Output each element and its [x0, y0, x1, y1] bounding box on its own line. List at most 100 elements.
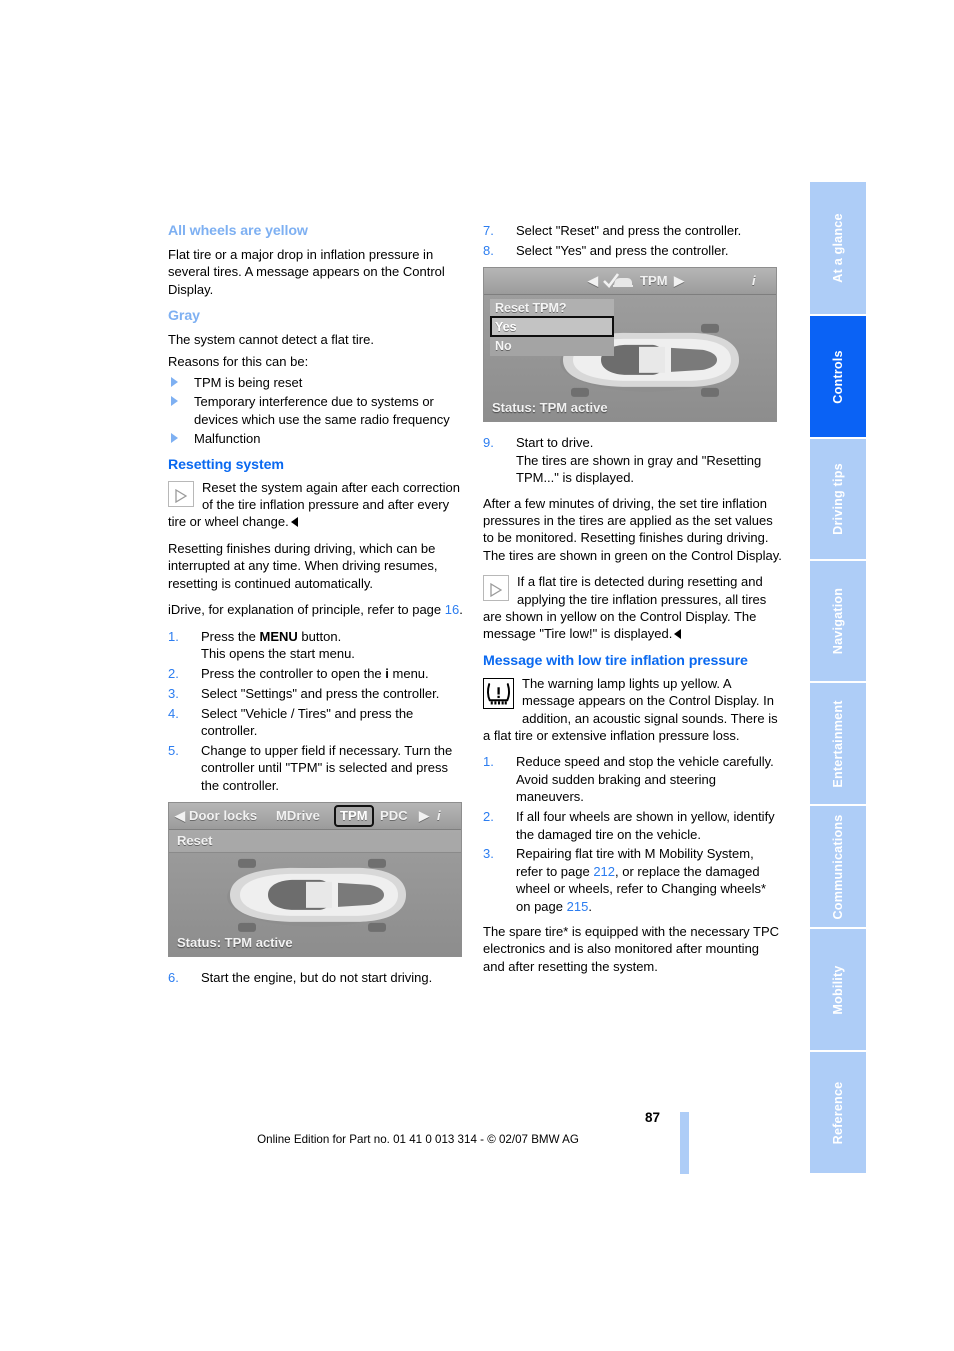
- step-bold-token: MENU: [259, 628, 298, 644]
- sidebar-tab-navigation[interactable]: Navigation: [810, 561, 866, 681]
- dialog-option-yes[interactable]: Yes: [490, 318, 614, 338]
- page-reference-16[interactable]: 16: [445, 602, 459, 617]
- triangle-bullet-icon: [171, 396, 178, 407]
- warning-note-text: The warning lamp lights up yellow. A mes…: [483, 675, 778, 743]
- resetting-steps-list: 1. Press the MENU button. This opens the…: [168, 628, 468, 795]
- paragraph-all-wheels-yellow: Flat tire or a major drop in inflation p…: [168, 247, 445, 297]
- sidebar-tab-reference[interactable]: Reference: [810, 1052, 866, 1173]
- idrive-status-label: Status: TPM active: [492, 399, 608, 415]
- idrive-ref-post: .: [459, 602, 463, 618]
- sidebar-tab-entertainment[interactable]: Entertainment: [810, 683, 866, 804]
- step-text: Press the controller to open the: [201, 665, 386, 681]
- note-warning-lamp: The warning lamp lights up yellow. A mes…: [483, 675, 783, 745]
- step-number: 7.: [483, 223, 494, 238]
- idrive-screen-body: Reset Status: TPM active: [169, 830, 461, 957]
- step-number: 1.: [168, 628, 179, 644]
- step-number: 3.: [168, 685, 179, 701]
- sidebar-tab-at-a-glance[interactable]: At a glance: [810, 182, 866, 314]
- step-text: Select "Reset" and press the controller.: [516, 223, 742, 238]
- idrive-menu-bar: ◀ Door locks MDrive TPM PDC ▶ i: [169, 803, 461, 831]
- step-text: Change to upper field if necessary. Turn…: [201, 742, 453, 793]
- note-resetting: Reset the system again after each correc…: [168, 479, 468, 531]
- list-item-label: Temporary interference due to systems or…: [194, 394, 450, 427]
- sidebar-tab-label: Communications: [831, 814, 845, 919]
- step-text-cont: button.: [297, 628, 342, 644]
- menu-item-mdrive[interactable]: MDrive: [276, 807, 320, 824]
- title-right-arrow-icon[interactable]: ▶: [674, 272, 684, 289]
- menu-item-pdc[interactable]: PDC: [380, 807, 408, 824]
- step-number: 6.: [168, 970, 179, 986]
- page-reference-212[interactable]: 212: [593, 864, 615, 879]
- sidebar-tab-communications[interactable]: Communications: [810, 806, 866, 927]
- list-item: Malfunction: [168, 430, 468, 447]
- manual-page: All wheels are yellow Flat tire or a maj…: [0, 0, 954, 1351]
- idrive-title-bar: ◀ TPM ▶ i: [484, 268, 776, 296]
- list-item: 3. Repairing flat tire with M Mobility S…: [483, 845, 783, 915]
- list-item: 5. Change to upper field if necessary. T…: [168, 742, 468, 794]
- menu-right-arrow-icon[interactable]: ▶: [419, 807, 429, 824]
- idrive-ref-pre: iDrive, for explanation of principle, re…: [168, 602, 445, 618]
- idrive-screenshot-tpm-menu: ◀ Door locks MDrive TPM PDC ▶ i Reset St…: [168, 802, 462, 958]
- sidebar-tab-label: At a glance: [831, 213, 845, 283]
- list-item: Temporary interference due to systems or…: [168, 393, 468, 428]
- dialog-option-no[interactable]: No: [490, 337, 614, 357]
- page-edge-marker: [680, 1112, 689, 1174]
- info-icon[interactable]: i: [437, 807, 441, 824]
- note-triangle-icon: [168, 480, 194, 507]
- sidebar-tab-driving-tips[interactable]: Driving tips: [810, 439, 866, 559]
- low-pressure-steps-list: 1. Reduce speed and stop the vehicle car…: [483, 753, 783, 915]
- sidebar-tab-controls[interactable]: Controls: [810, 316, 866, 437]
- vehicle-top-view-graphic: [227, 858, 406, 932]
- list-item: 4. Select "Vehicle / Tires" and press th…: [168, 705, 468, 740]
- heading-message-low-pressure: Message with low tire inflation pressure: [483, 652, 748, 669]
- step-text: If all four wheels are shown in yellow, …: [516, 809, 775, 842]
- step-text: Select "Vehicle / Tires" and press the c…: [201, 705, 414, 739]
- page-reference-215[interactable]: 215: [567, 899, 589, 914]
- list-item: 9. Start to drive. The tires are shown i…: [483, 434, 783, 486]
- sidebar-tab-label: Reference: [831, 1081, 845, 1144]
- triangle-bullet-icon: [171, 433, 178, 444]
- gray-reasons-list: TPM is being reset Temporary interferenc…: [168, 374, 468, 448]
- sidebar-tab-label: Controls: [831, 349, 845, 404]
- left-column: All wheels are yellow Flat tire or a maj…: [168, 222, 468, 995]
- menu-item-door-locks[interactable]: Door locks: [189, 807, 257, 824]
- page-number: 87: [644, 1110, 660, 1125]
- tire-pressure-check-icon: [603, 273, 633, 289]
- note-end-marker-icon: [674, 629, 682, 640]
- note-text: If a flat tire is detected during resett…: [483, 574, 767, 642]
- step-number: 3.: [483, 846, 494, 862]
- sidebar-tab-mobility[interactable]: Mobility: [810, 929, 866, 1050]
- resetting-step6-list: 6. Start the engine, but do not start dr…: [168, 969, 468, 986]
- sidebar-tab-label: Entertainment: [831, 699, 845, 788]
- tpms-symbol-glyph: [487, 682, 510, 705]
- sidebar-tab-label: Driving tips: [831, 463, 845, 535]
- paragraph-resetting-finishes: Resetting finishes during driving, which…: [168, 540, 438, 591]
- steps-7-8-list: 7. Select "Reset" and press the controll…: [483, 222, 783, 259]
- step-number: 4.: [168, 705, 179, 721]
- idrive-screenshot-reset-dialog: ◀ TPM ▶ i Reset TPM? Yes No Status: TPM …: [483, 267, 777, 423]
- paragraph-after-driving: After a few minutes of driving, the set …: [483, 495, 782, 563]
- step-text-cont: menu.: [388, 665, 429, 681]
- step-text: Select "Settings" and press the controll…: [201, 685, 440, 701]
- idrive-reset-label: Reset: [177, 833, 213, 849]
- note-end-marker-icon: [290, 517, 298, 528]
- idrive-title-tpm: TPM: [640, 273, 668, 289]
- sidebar-tab-label: Mobility: [831, 964, 845, 1015]
- step-number: 2.: [483, 809, 494, 825]
- footer-copyright: Online Edition for Part no. 01 41 0 013 …: [257, 1133, 579, 1146]
- reset-tpm-dialog: Reset TPM? Yes No: [490, 299, 614, 357]
- paragraph-spare-tire: The spare tire* is equipped with the nec…: [483, 924, 780, 974]
- menu-left-arrow-icon[interactable]: ◀: [175, 807, 185, 824]
- info-icon[interactable]: i: [752, 272, 756, 289]
- step-number: 9.: [483, 435, 494, 451]
- list-item: 7. Select "Reset" and press the controll…: [483, 222, 783, 239]
- step-text: Press the: [201, 628, 260, 644]
- play-triangle-glyph: [490, 583, 502, 598]
- list-item: 8. Select "Yes" and press the controller…: [483, 242, 783, 259]
- list-item-label: TPM is being reset: [194, 375, 303, 391]
- step-number: 1.: [483, 754, 494, 770]
- dialog-title: Reset TPM?: [490, 299, 614, 319]
- menu-item-tpm-selected[interactable]: TPM: [334, 805, 374, 827]
- step-number: 5.: [168, 742, 179, 758]
- title-left-arrow-icon[interactable]: ◀: [588, 272, 598, 289]
